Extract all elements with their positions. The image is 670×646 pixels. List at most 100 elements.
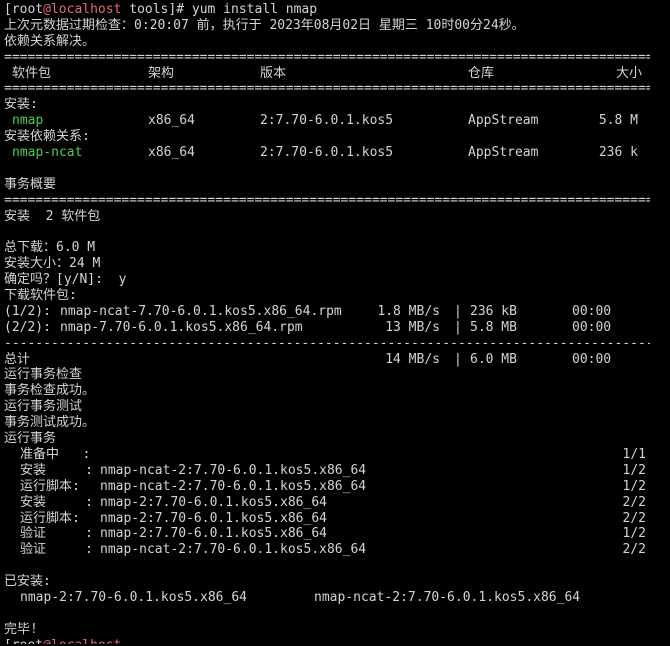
confirm-line: 确定吗？[y/N]: y xyxy=(4,272,666,288)
header-arch: 架构 xyxy=(148,65,175,81)
txn-step-package: nmap-ncat-2:7.70-6.0.1.kos5.x86_64 xyxy=(100,542,367,558)
txn-step-action: 运行脚本: xyxy=(20,510,80,526)
summary-title: 事务概要 xyxy=(4,176,57,192)
prompt-command: tools]# yum install nmap xyxy=(121,2,318,17)
download-speed: 13 MB/s xyxy=(385,319,440,335)
txn-step-progress: 1/2 xyxy=(622,526,646,542)
txn-step-action: 安装 : xyxy=(20,462,93,478)
total-time: 00:00 xyxy=(572,351,612,367)
install-count: 安装 2 软件包 xyxy=(4,208,101,224)
download-index: (2/2): xyxy=(4,319,51,335)
download-size: 5.8 MB xyxy=(470,319,517,335)
package-arch: x86_64 xyxy=(148,113,195,129)
double-rule: ========================================… xyxy=(4,49,650,65)
download-speed: 1.8 MB/s xyxy=(377,303,440,319)
command-prompt-line: [root@localhost tools]# yum install nmap xyxy=(4,2,666,18)
txn-step-progress: 2/2 xyxy=(622,542,646,558)
txn-step-row: 运行脚本: nmap-2:7.70-6.0.1.kos5.x86_64 2/2 xyxy=(4,511,666,527)
txn-step-progress: 2/2 xyxy=(622,494,646,510)
header-version: 版本 xyxy=(260,65,287,81)
total-sep: | xyxy=(454,351,462,367)
download-file: nmap-ncat-7.70-6.0.1.kos5.x86_64.rpm xyxy=(60,303,342,319)
installed-row: nmap-2:7.70-6.0.1.kos5.x86_64 nmap-ncat-… xyxy=(4,590,666,606)
prompt-at: @ xyxy=(43,2,51,17)
double-rule: ========================================… xyxy=(4,81,650,97)
txn-step-package: nmap-2:7.70-6.0.1.kos5.x86_64 xyxy=(100,510,327,526)
complete-line: 完毕! xyxy=(4,621,38,637)
header-size: 大小 xyxy=(615,65,642,81)
txn-step-row: 运行脚本: nmap-ncat-2:7.70-6.0.1.kos5.x86_64… xyxy=(4,479,666,495)
txn-step-package: nmap-ncat-2:7.70-6.0.1.kos5.x86_64 xyxy=(100,478,367,494)
txn-step-row: 安装 : nmap-2:7.70-6.0.1.kos5.x86_64 2/2 xyxy=(4,495,666,511)
confirm-prompt: 确定吗？[y/N]: xyxy=(4,272,111,288)
install-size: 安装大小：24 M xyxy=(4,256,101,272)
prompt-host: localhost xyxy=(51,638,121,644)
prompt-open-bracket: [ xyxy=(4,638,12,644)
download-index: (1/2): xyxy=(4,303,51,319)
txn-step-action: 安装 : xyxy=(20,494,93,510)
installed-package: nmap-2:7.70-6.0.1.kos5.x86_64 xyxy=(20,589,247,605)
download-size: 236 kB xyxy=(470,303,517,319)
txn-step-action: 运行脚本: xyxy=(20,478,80,494)
package-size: 236 k xyxy=(598,145,638,161)
txn-step-progress: 1/1 xyxy=(622,446,646,462)
download-row: (1/2): nmap-ncat-7.70-6.0.1.kos5.x86_64.… xyxy=(4,304,666,320)
prompt-at: @ xyxy=(43,638,51,644)
txn-step-package: nmap-2:7.70-6.0.1.kos5.x86_64 xyxy=(100,526,327,542)
package-name: nmap xyxy=(12,113,44,129)
package-row: nmap-ncat x86_64 2:7.70-6.0.1.kos5 AppSt… xyxy=(4,145,666,161)
prompt-user: root xyxy=(12,638,43,644)
download-row: (2/2): nmap-7.70-6.0.1.kos5.x86_64.rpm 1… xyxy=(4,320,666,336)
table-header-row: 软件包 架构 版本 仓库 大小 xyxy=(4,66,666,82)
deps-section-label: 安装依赖关系: xyxy=(4,129,90,145)
single-rule: ----------------------------------------… xyxy=(4,335,650,351)
txn-step-row: 准备中 : 1/1 xyxy=(4,447,666,463)
txn-message: 运行事务 xyxy=(4,431,57,447)
txn-step-row: 验证 : nmap-ncat-2:7.70-6.0.1.kos5.x86_64 … xyxy=(4,542,666,558)
package-name: nmap-ncat xyxy=(12,145,83,161)
package-row: nmap x86_64 2:7.70-6.0.1.kos5 AppStream … xyxy=(4,113,666,129)
total-download: 总下载：6.0 M xyxy=(4,240,96,256)
package-arch: x86_64 xyxy=(148,145,195,161)
package-repo: AppStream xyxy=(468,113,539,129)
installed-label: 已安装: xyxy=(4,574,51,590)
header-repo: 仓库 xyxy=(468,65,495,81)
header-package: 软件包 xyxy=(12,65,52,81)
txn-message: 事务检查成功。 xyxy=(4,383,96,399)
prompt-host: localhost xyxy=(50,2,122,17)
total-row: 总计 14 MB/s | 6.0 MB 00:00 xyxy=(4,352,666,368)
txn-step-action: 验证 : xyxy=(20,526,93,542)
download-file: nmap-7.70-6.0.1.kos5.x86_64.rpm xyxy=(60,319,303,335)
txn-step-row: 验证 : nmap-2:7.70-6.0.1.kos5.x86_64 1/2 xyxy=(4,526,666,542)
txn-step-package: nmap-ncat-2:7.70-6.0.1.kos5.x86_64 xyxy=(100,462,367,478)
download-time: 00:00 xyxy=(572,319,612,335)
package-version: 2:7.70-6.0.1.kos5 xyxy=(260,145,394,161)
download-sep: | xyxy=(454,303,462,319)
txn-message: 事务测试成功。 xyxy=(4,415,96,431)
double-rule: ========================================… xyxy=(4,192,650,208)
package-repo: AppStream xyxy=(468,145,539,161)
txn-message: 运行事务检查 xyxy=(4,367,83,383)
txn-step-progress: 1/2 xyxy=(622,478,646,494)
txn-step-action: 准备中 : xyxy=(20,446,91,462)
txn-step-row: 安装 : nmap-ncat-2:7.70-6.0.1.kos5.x86_64 … xyxy=(4,463,666,479)
download-time: 00:00 xyxy=(572,303,612,319)
total-size: 6.0 MB xyxy=(470,351,517,367)
total-speed: 14 MB/s xyxy=(385,351,440,367)
metadata-check-line: 上次元数据过期检查：0:20:07 前，执行于 2023年08月02日 星期三 … xyxy=(4,17,525,33)
confirm-answer: y xyxy=(110,272,127,288)
package-version: 2:7.70-6.0.1.kos5 xyxy=(260,113,394,129)
next-prompt-line[interactable]: [root@localhost xyxy=(4,638,666,644)
txn-message: 运行事务测试 xyxy=(4,399,83,415)
terminal-window[interactable]: [root@localhost tools]# yum install nmap… xyxy=(0,0,670,646)
txn-step-action: 验证 : xyxy=(20,542,93,558)
txn-step-progress: 1/2 xyxy=(622,462,646,478)
txn-step-package: nmap-2:7.70-6.0.1.kos5.x86_64 xyxy=(100,494,327,510)
downloading-label: 下载软件包: xyxy=(4,288,77,304)
deps-resolved-line: 依赖关系解决。 xyxy=(4,33,96,49)
total-label: 总计 xyxy=(4,351,31,367)
